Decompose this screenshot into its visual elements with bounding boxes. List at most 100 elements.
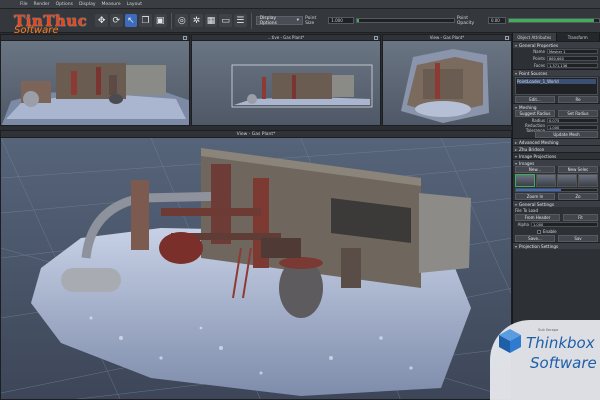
from-header-button[interactable]: From Header: [515, 214, 560, 221]
viewport-top-right[interactable]: View - Gas Plant*: [382, 34, 512, 126]
viewport-top-left[interactable]: [0, 34, 190, 126]
new-selected-button[interactable]: New Selec: [558, 166, 598, 173]
image-thumbnail[interactable]: [557, 174, 577, 187]
point-opacity-slider[interactable]: [507, 18, 600, 23]
thinkbox-line-1: Thinkbox: [526, 334, 595, 352]
menu-options[interactable]: Options: [56, 2, 73, 7]
menu-measure[interactable]: Measure: [102, 2, 121, 7]
viewport-canvas[interactable]: [383, 41, 511, 125]
display-options-dropdown[interactable]: Display Options ▾: [255, 16, 304, 26]
point-source-buttons: Edit... Re: [513, 96, 600, 103]
move-icon[interactable]: ✥: [95, 14, 108, 27]
section-point-sources[interactable]: ▾ Point Sources: [513, 69, 600, 76]
menu-bar: File Render Options Display Measure Layo…: [0, 0, 600, 9]
suggest-radius-button[interactable]: Suggest Radius: [515, 110, 555, 117]
image-thumbnail[interactable]: [515, 174, 535, 187]
section-label: Projection Settings: [519, 243, 559, 249]
save-button[interactable]: Save...: [515, 235, 555, 242]
fit-button[interactable]: Fit: [562, 214, 598, 221]
progress-fill: [516, 189, 561, 191]
horizontal-tank: [61, 268, 121, 292]
tank-top: [279, 257, 323, 269]
rotate-icon[interactable]: ⟳: [110, 14, 123, 27]
radius-buttons: Suggest Radius Set Radius: [513, 110, 600, 117]
zoom-out-button[interactable]: Zo: [558, 193, 598, 200]
gas-plant-render-middle: [231, 64, 373, 108]
menu-display[interactable]: Display: [79, 2, 96, 7]
section-general-properties[interactable]: ▾ General Properties: [513, 41, 600, 48]
machinery-2: [261, 238, 301, 258]
file-to-load-label: File To Load: [515, 208, 539, 213]
menu-layout[interactable]: Layout: [127, 2, 142, 7]
reduction-field[interactable]: 1.000: [547, 124, 598, 131]
edit-button[interactable]: Edit...: [515, 96, 555, 103]
maximize-icon[interactable]: [505, 36, 509, 40]
prop-row-name: Name Mesher 1: [513, 48, 600, 55]
viewport-canvas[interactable]: [192, 41, 380, 125]
radius-field[interactable]: 0.075: [547, 117, 598, 124]
main-viewport-canvas[interactable]: [1, 138, 512, 400]
point-size-field[interactable]: 1.000: [328, 17, 354, 24]
section-label: Meshing: [519, 104, 537, 110]
reduction-row: Reduction Tolerance 1.000: [513, 123, 600, 133]
menu-render[interactable]: Render: [34, 2, 50, 7]
enable-checkbox[interactable]: [537, 229, 541, 234]
cube-icon: [499, 329, 521, 353]
section-label: General Settings: [519, 201, 555, 207]
collapse-icon: ▾: [515, 160, 518, 166]
main-viewport[interactable]: View - Gas Plant*: [0, 130, 512, 400]
image-thumbnail[interactable]: [578, 174, 598, 187]
expand-icon: ▸: [515, 146, 518, 152]
point-size-slider[interactable]: [355, 18, 455, 23]
update-mesh-button[interactable]: Update Mesh: [535, 131, 598, 138]
section-label: Advanced Meshing: [519, 139, 559, 145]
point-opacity-field[interactable]: 0.00: [487, 17, 506, 24]
section-label: Images: [519, 160, 535, 166]
thinkbox-line-2: Software: [530, 354, 597, 372]
main-viewport-title: View - Gas Plant*: [1, 131, 511, 138]
image-load-progress: [515, 188, 598, 192]
layers-icon[interactable]: ☰: [233, 14, 247, 27]
grid-icon[interactable]: ▦: [204, 14, 218, 27]
chevron-down-icon: ▾: [296, 18, 300, 23]
settings-icon[interactable]: ✲: [190, 14, 203, 27]
thinkbox-logo: Sub Serapa Thinkbox Software: [490, 320, 600, 400]
machinery: [341, 248, 361, 288]
section-zhu-bridson[interactable]: ▸ Zhu Bridson: [513, 145, 600, 152]
points-field: 860,660: [547, 55, 598, 62]
section-image-projections[interactable]: ▾ Image Projections: [513, 152, 600, 159]
select-icon[interactable]: ↖: [124, 14, 138, 27]
window-icon[interactable]: ▭: [219, 14, 232, 27]
section-projection-settings[interactable]: ▾ Projection Settings: [513, 242, 600, 249]
point-sources-list[interactable]: PointLoader_1_World: [515, 77, 598, 95]
prop-row-points: Points 860,660: [513, 55, 600, 62]
prop-label: Points: [532, 56, 545, 61]
set-radius-button[interactable]: Set Radius: [558, 110, 598, 117]
section-general-settings[interactable]: ▾ General Settings: [513, 200, 600, 207]
remove-button[interactable]: Re: [558, 96, 598, 103]
tab-object-attributes[interactable]: Object Attributes: [513, 33, 557, 41]
menu-file[interactable]: File: [20, 2, 28, 7]
tab-transform[interactable]: Transform: [557, 33, 600, 41]
section-advanced-meshing[interactable]: ▸ Advanced Meshing: [513, 138, 600, 145]
section-meshing[interactable]: ▾ Meshing: [513, 103, 600, 110]
section-images[interactable]: ▾ Images: [513, 159, 600, 166]
name-field[interactable]: Mesher 1: [547, 48, 598, 55]
copy-icon[interactable]: ❐: [139, 14, 152, 27]
alpha-field[interactable]: 1.000: [531, 221, 598, 228]
new-image-button[interactable]: New...: [515, 166, 555, 173]
save-2-button[interactable]: Sav: [558, 235, 598, 242]
zoom-in-button[interactable]: Zoom In: [515, 193, 555, 200]
list-item[interactable]: PointLoader_1_World: [517, 79, 596, 84]
maximize-icon[interactable]: [374, 36, 378, 40]
box-icon[interactable]: ▣: [153, 14, 167, 27]
image-thumbnail[interactable]: [536, 174, 556, 187]
panel-tabs: Object Attributes Transform: [513, 33, 600, 41]
viewport-canvas[interactable]: [1, 41, 189, 125]
zoom-buttons: Zoom In Zo: [513, 193, 600, 200]
prop-label: Faces: [533, 63, 545, 68]
header-buttons: From Header Fit: [513, 214, 600, 221]
maximize-icon[interactable]: [183, 36, 187, 40]
target-icon[interactable]: ◎: [175, 14, 189, 27]
viewport-top-middle[interactable]: ...tive - Gas Plant*: [191, 34, 381, 126]
